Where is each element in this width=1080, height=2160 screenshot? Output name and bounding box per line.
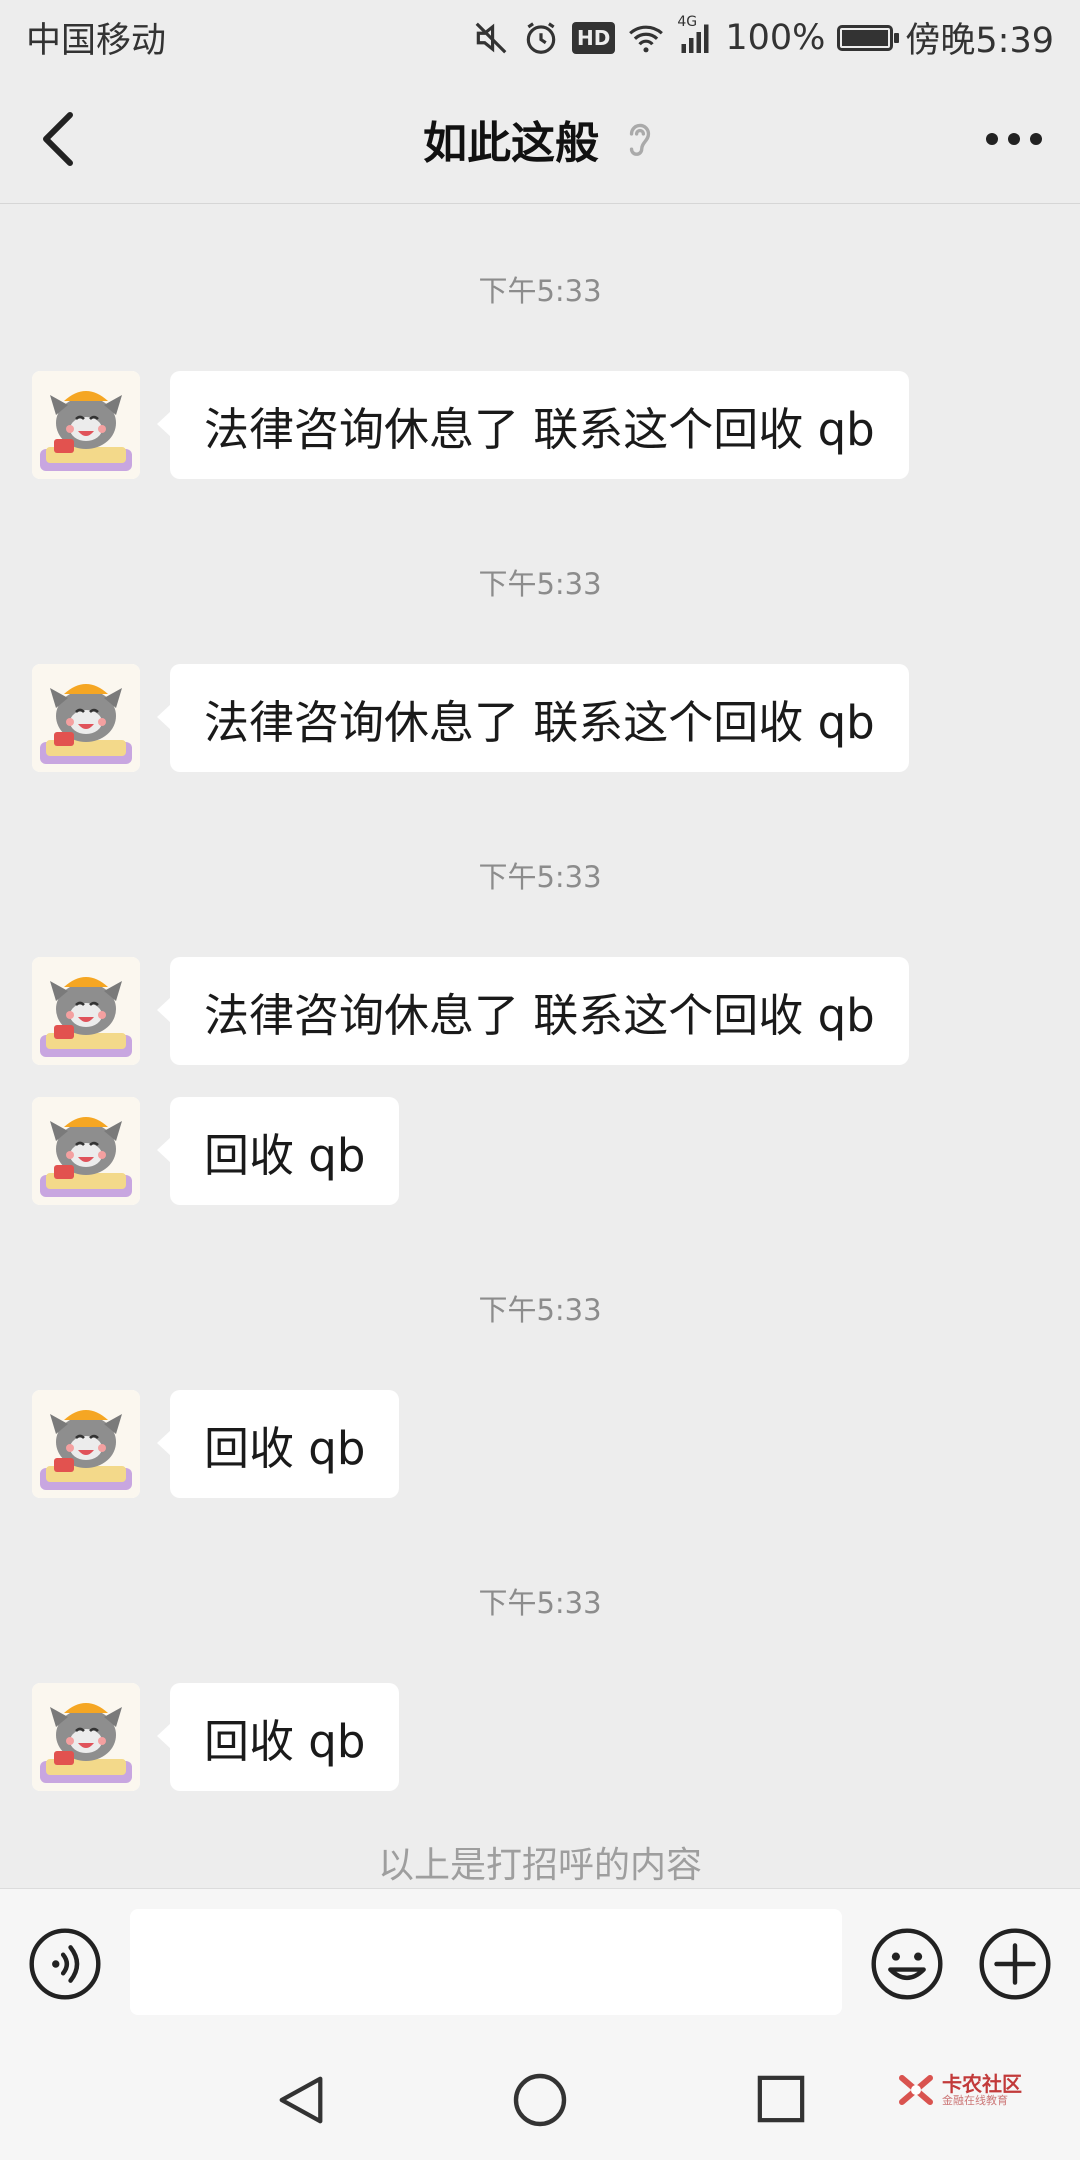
message-bubble[interactable]: 回收 qb: [156, 1097, 400, 1205]
watermark: 卡农社区 金融在线教育: [896, 2070, 1022, 2110]
wifi-icon: [629, 25, 664, 52]
avatar[interactable]: [32, 1683, 140, 1791]
carrier-label: 中国移动: [26, 21, 167, 61]
system-nav-bar: 卡农社区 金融在线教育: [0, 2030, 1080, 2160]
avatar[interactable]: [32, 1097, 140, 1205]
battery-icon: [837, 24, 900, 51]
nav-home-icon[interactable]: [512, 2072, 568, 2128]
avatar[interactable]: [32, 664, 140, 772]
status-bar: 中国移动 HD 4G 100% 傍晚5:39: [0, 0, 1080, 75]
signal-icon: 4G: [677, 14, 713, 56]
timestamp: 下午5:33: [478, 860, 602, 894]
battery-label: 100%: [725, 17, 826, 58]
message-bubble[interactable]: 法律咨询休息了 联系这个回收 qb: [157, 371, 909, 479]
hd-icon: HD: [571, 21, 616, 54]
cartoon-avatar-icon: [32, 1683, 140, 1791]
emoji-icon[interactable]: [870, 1927, 944, 2001]
nav-back-icon[interactable]: [274, 2072, 328, 2128]
input-bar: [0, 1888, 1080, 2031]
watermark-title: 卡农社区: [942, 2071, 1022, 2096]
message-bubble[interactable]: 回收 qb: [156, 1683, 400, 1791]
title-area: 如此这般: [0, 75, 1080, 203]
avatar[interactable]: [32, 371, 140, 479]
plus-circle-icon[interactable]: [978, 1927, 1052, 2001]
cartoon-avatar-icon: [32, 664, 140, 772]
message-bubble[interactable]: 回收 qb: [156, 1390, 400, 1498]
timestamp: 下午5:33: [478, 1293, 602, 1327]
chat-screen: 中国移动 HD 4G 100% 傍晚5:39 如此这般 下午5:33 法律咨询休…: [0, 0, 1080, 2160]
avatar[interactable]: [32, 1390, 140, 1498]
timestamp: 下午5:33: [478, 567, 602, 601]
message-input[interactable]: [130, 1909, 842, 2015]
more-dots-icon[interactable]: [982, 119, 1046, 159]
avatar[interactable]: [32, 957, 140, 1065]
alarm-icon: [526, 21, 556, 54]
page-title: 如此这般: [423, 118, 599, 169]
timestamp: 下午5:33: [478, 1586, 602, 1620]
cartoon-avatar-icon: [32, 957, 140, 1065]
cartoon-avatar-icon: [32, 1097, 140, 1205]
clock-label: 傍晚5:39: [905, 21, 1054, 61]
mute-icon: [475, 22, 507, 53]
header: 如此这般: [0, 75, 1080, 204]
kanong-logo-icon: [899, 2075, 933, 2105]
status-icons: HD 4G 100% 傍晚5:39: [472, 12, 1054, 63]
timestamp: 下午5:33: [478, 274, 602, 308]
watermark-text: 卡农社区 金融在线教育: [942, 2071, 1022, 2107]
message-bubble[interactable]: 法律咨询休息了 联系这个回收 qb: [157, 664, 909, 772]
voice-icon[interactable]: [28, 1927, 102, 2001]
watermark-subtitle: 金融在线教育: [942, 2093, 1008, 2107]
network-label: 4G: [677, 13, 698, 30]
greeting-hint: 以上是打招呼的内容: [377, 1845, 702, 1886]
ear-icon: [629, 123, 651, 156]
message-bubble[interactable]: 法律咨询休息了 联系这个回收 qb: [157, 957, 909, 1065]
nav-recent-icon[interactable]: [756, 2074, 806, 2124]
cartoon-avatar-icon: [32, 371, 140, 479]
cartoon-avatar-icon: [32, 1390, 140, 1498]
